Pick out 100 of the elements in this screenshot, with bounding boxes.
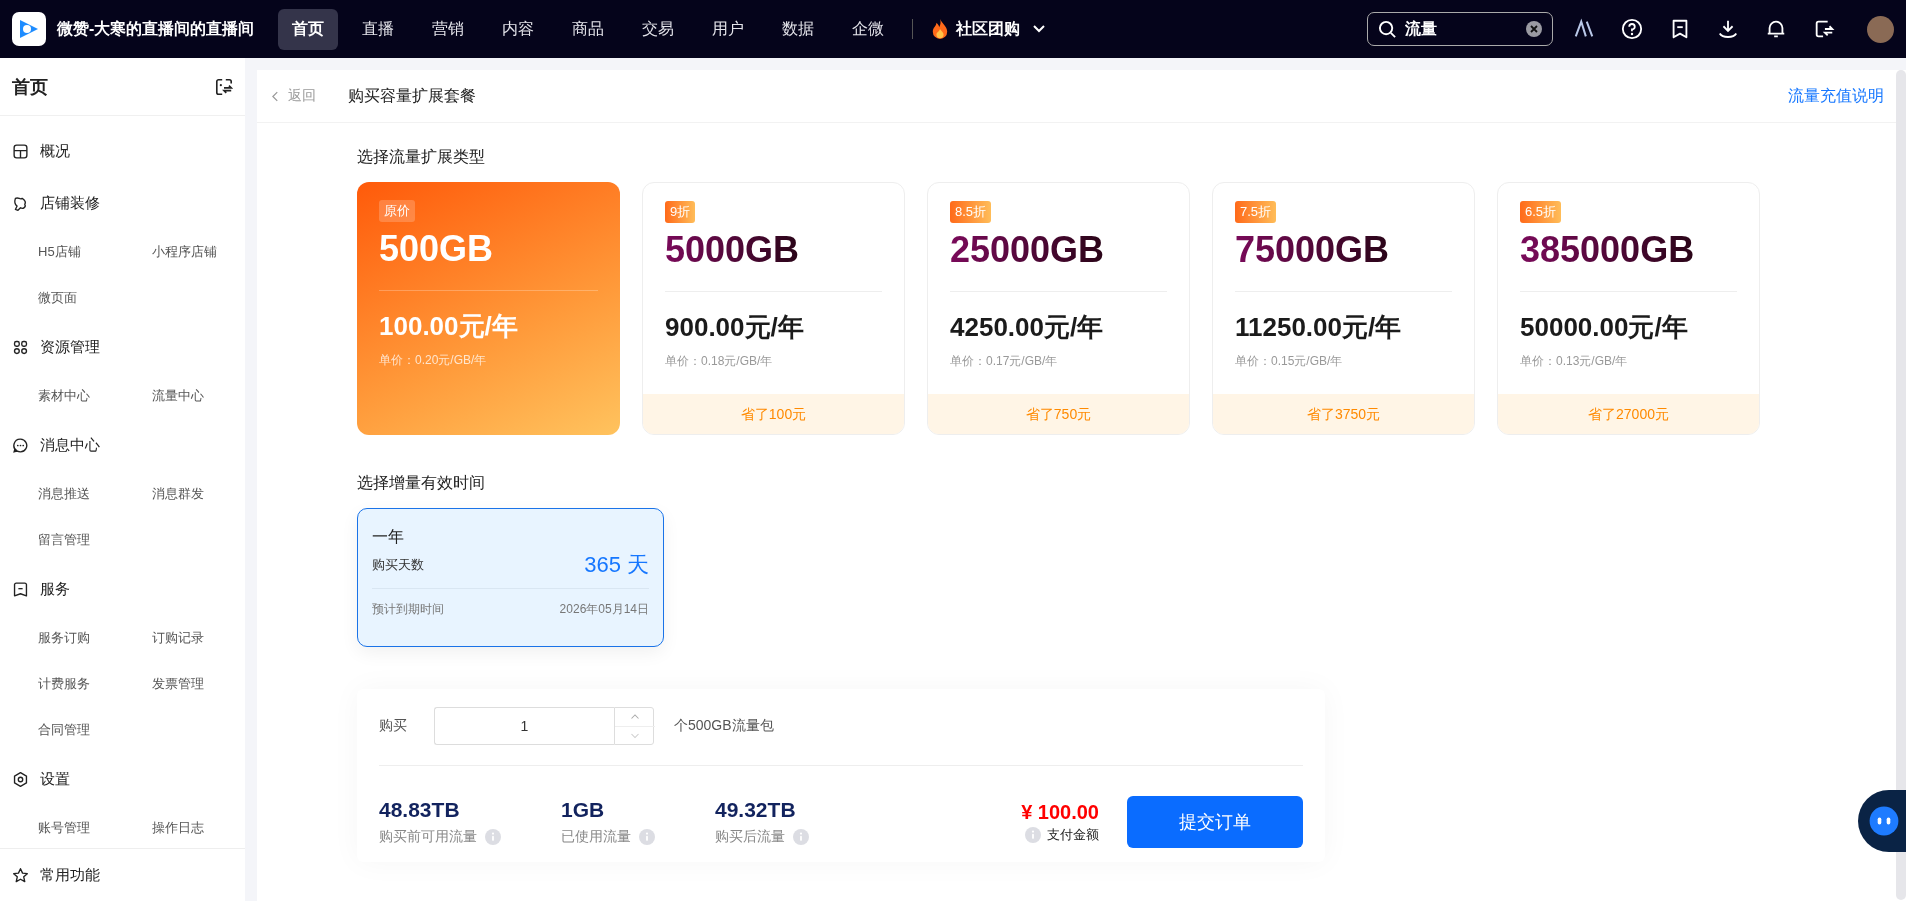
page-title: 购买容量扩展套餐	[348, 85, 476, 106]
total-amount: ¥ 100.00	[1021, 800, 1099, 824]
sidebar-section[interactable]: 店铺装修	[0, 177, 245, 229]
service-icon	[12, 580, 29, 598]
savings-strip: 省了3750元	[1213, 394, 1474, 434]
chevron-left-icon	[272, 90, 279, 102]
package-card[interactable]: 7.5折 75000GB 11250.00元/年 单价：0.15元/GB/年 省了3750元	[1212, 182, 1475, 435]
switch-icon[interactable]	[1813, 18, 1835, 40]
stat-label: 购买后流量	[715, 828, 785, 846]
discount-badge: 6.5折	[1520, 201, 1562, 223]
package-card[interactable]: 8.5折 25000GB 4250.00元/年 单价：0.17元/GB/年 省了750元	[927, 182, 1190, 435]
stat-label: 购买前可用流量	[379, 828, 477, 846]
chat-icon	[12, 436, 29, 454]
sidebar-item[interactable]: 发票管理	[152, 661, 245, 707]
quantity-field[interactable]: 1	[434, 707, 614, 745]
savings-strip: 省了27000元	[1498, 394, 1759, 434]
settings-icon	[12, 770, 29, 788]
quantity-label: 购买	[379, 717, 408, 735]
nav-tab[interactable]: 数据	[768, 8, 829, 50]
package-amount: 500GB	[379, 228, 494, 269]
package-price: 100.00元/年	[379, 310, 519, 343]
discount-badge: 原价	[379, 200, 415, 222]
clear-icon[interactable]	[1526, 21, 1542, 37]
stat-value: 49.32TB	[715, 798, 797, 822]
package-unit-label: 个500GB流量包	[674, 717, 774, 735]
sidebar-section[interactable]: 设置	[0, 753, 245, 805]
user-avatar[interactable]	[1867, 15, 1894, 43]
app-logo-icon	[12, 12, 46, 46]
scrollbar[interactable]	[1896, 70, 1906, 900]
nav-tab[interactable]: 营销	[418, 8, 479, 50]
sidebar-section[interactable]: 概况	[0, 125, 245, 177]
nav-tab[interactable]: 内容	[488, 8, 549, 50]
sidebar-section[interactable]: 服务	[0, 563, 245, 615]
app-name: 微赞-大寒的直播间的直播间	[57, 18, 255, 39]
dashboard-icon	[12, 142, 29, 160]
nav-tab[interactable]: 直播	[348, 8, 409, 50]
sidebar-item[interactable]: 合同管理	[38, 707, 152, 753]
help-icon[interactable]	[1621, 18, 1643, 40]
ai-icon[interactable]	[1573, 18, 1595, 40]
sidebar-item[interactable]: 账号管理	[38, 805, 152, 848]
unit-price: 单价：0.13元/GB/年	[1520, 353, 1629, 370]
help-link[interactable]: 流量充值说明	[1788, 85, 1884, 107]
sidebar-section[interactable]: 资源管理	[0, 321, 245, 373]
sidebar-section[interactable]: 消息中心	[0, 419, 245, 471]
stat-label: 已使用流量	[561, 828, 631, 846]
expiry-label: 预计到期时间	[372, 601, 444, 618]
unit-price: 单价：0.20元/GB/年	[379, 352, 488, 369]
sidebar-item[interactable]: 操作日志	[152, 805, 245, 848]
chevron-down-icon	[1033, 25, 1046, 33]
nav-tab[interactable]: 交易	[628, 8, 689, 50]
stat-value: 48.83TB	[379, 798, 461, 822]
days-value: 365 天	[584, 551, 649, 579]
sidebar-item[interactable]: 小程序店铺	[152, 229, 245, 275]
unit-price: 单价：0.17元/GB/年	[950, 353, 1059, 370]
star-icon	[12, 866, 29, 884]
package-card[interactable]: 6.5折 385000GB 50000.00元/年 单价：0.13元/GB/年 省了27000元	[1497, 182, 1760, 435]
sidebar-item[interactable]: H5店铺	[38, 229, 152, 275]
days-label: 购买天数	[372, 556, 424, 574]
grid-icon	[12, 338, 29, 356]
duration-name: 一年	[372, 527, 405, 547]
stat-value: 1GB	[561, 798, 606, 822]
sidebar-item[interactable]: 消息群发	[152, 471, 245, 517]
sidebar-item[interactable]: 计费服务	[38, 661, 152, 707]
section-heading: 选择流量扩展类型	[357, 147, 486, 167]
sidebar-item[interactable]: 订购记录	[152, 615, 245, 661]
sidebar-item[interactable]: 消息推送	[38, 471, 152, 517]
discount-badge: 7.5折	[1235, 201, 1277, 223]
sidebar-item[interactable]: 素材中心	[38, 373, 152, 419]
notification-bell-icon[interactable]	[1765, 18, 1787, 40]
package-price: 11250.00元/年	[1235, 311, 1403, 344]
total-label: 支付金额	[1047, 825, 1099, 844]
search-icon	[1378, 19, 1397, 39]
expiry-date: 2026年05月14日	[559, 601, 649, 618]
featured-menu[interactable]: 社区团购	[931, 18, 1046, 40]
nav-tab[interactable]: 商品	[558, 8, 619, 50]
download-icon[interactable]	[1717, 18, 1739, 40]
nav-tab[interactable]: 企微	[838, 8, 899, 50]
sidebar-item[interactable]: 流量中心	[152, 373, 245, 419]
duration-card[interactable]: 一年 购买天数 365 天 预计到期时间 2026年05月14日	[357, 508, 664, 647]
unit-price: 单价：0.15元/GB/年	[1235, 353, 1344, 370]
package-price: 900.00元/年	[665, 311, 805, 344]
search-input[interactable]: 流量	[1405, 20, 1518, 38]
discount-badge: 9折	[665, 201, 696, 223]
nav-tab[interactable]: 首页	[278, 8, 339, 50]
sidebar-item[interactable]: 留言管理	[38, 517, 152, 563]
package-price: 50000.00元/年	[1520, 311, 1689, 344]
sidebar-item[interactable]: 服务订购	[38, 615, 152, 661]
package-card[interactable]: 9折 5000GB 900.00元/年 单价：0.18元/GB/年 省了100元	[642, 182, 905, 435]
switch-panel-icon[interactable]	[215, 77, 233, 96]
search-field[interactable]: 流量	[1367, 12, 1553, 46]
submit-order-button[interactable]: 提交订单	[1127, 796, 1303, 848]
discount-badge: 8.5折	[950, 201, 992, 223]
frequent-functions-item[interactable]: 常用功能	[0, 848, 245, 901]
package-price: 4250.00元/年	[950, 311, 1105, 344]
flame-icon	[931, 18, 950, 40]
sidebar-item[interactable]: 微页面	[38, 275, 152, 321]
sidebar-title: 首页	[12, 75, 48, 99]
savings-strip: 省了100元	[643, 394, 904, 434]
nav-tab[interactable]: 用户	[698, 8, 759, 50]
section-heading: 选择增量有效时间	[357, 473, 486, 493]
